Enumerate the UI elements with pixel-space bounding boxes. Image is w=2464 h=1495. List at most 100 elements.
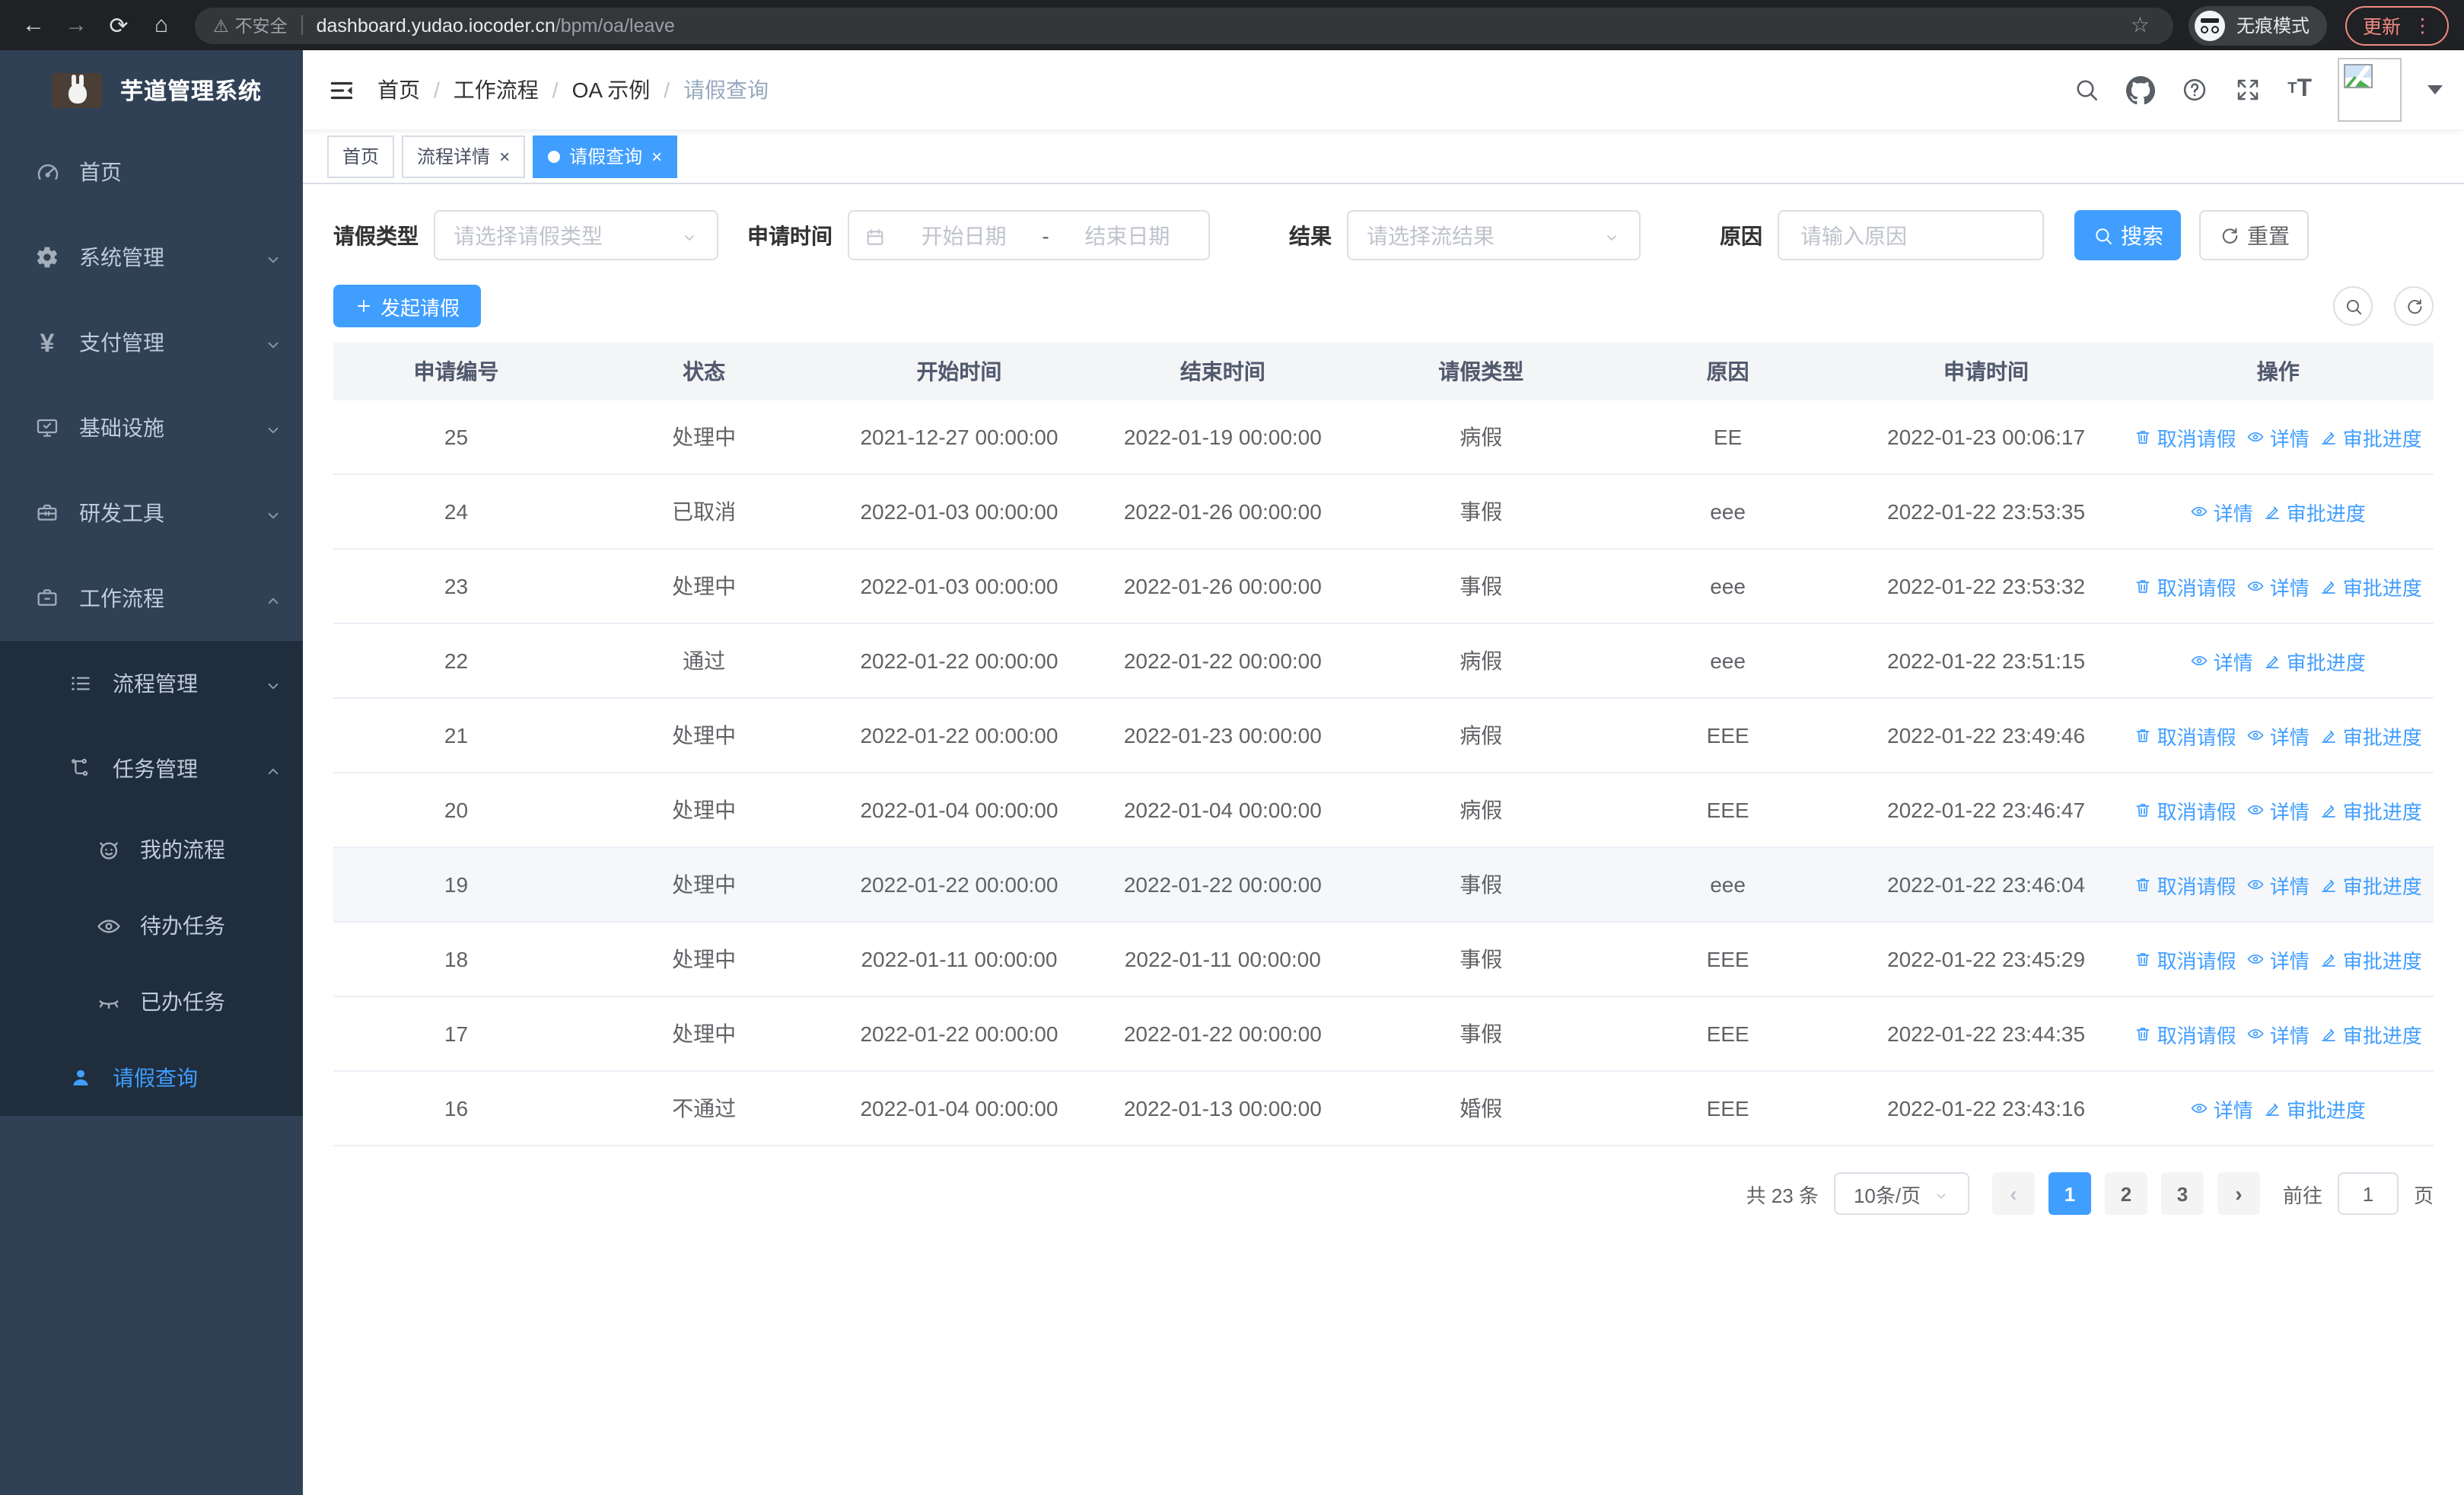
trash-icon — [2135, 428, 2153, 446]
eye-icon — [2191, 502, 2209, 521]
result-select[interactable]: 请选择流结果 — [1347, 210, 1641, 260]
chevron-down-icon — [263, 416, 283, 440]
sidebar-item-todo-task[interactable]: 待办任务 — [0, 888, 303, 964]
cancel-leave-link[interactable]: 取消请假 — [2135, 1019, 2236, 1048]
cancel-leave-link[interactable]: 取消请假 — [2135, 870, 2236, 899]
cancel-leave-link[interactable]: 取消请假 — [2135, 945, 2236, 974]
create-leave-button[interactable]: 发起请假 — [333, 285, 482, 327]
browser-reload-button[interactable]: ⟳ — [100, 7, 137, 43]
font-size-icon[interactable]: TT — [2287, 77, 2312, 102]
breadcrumb-item[interactable]: 工作流程 — [454, 75, 539, 105]
approval-progress-link[interactable]: 审批进度 — [2320, 795, 2422, 824]
browser-menu-icon[interactable]: ⋮ — [2413, 14, 2432, 37]
robot-face-icon — [94, 837, 122, 862]
sidebar-item-pay[interactable]: ¥ 支付管理 — [0, 300, 303, 385]
list-icon — [67, 671, 94, 696]
detail-link[interactable]: 详情 — [2247, 870, 2310, 899]
detail-link[interactable]: 详情 — [2247, 572, 2310, 601]
help-icon[interactable] — [2181, 76, 2208, 104]
approval-progress-link[interactable]: 审批进度 — [2320, 870, 2422, 899]
prev-page-button[interactable]: ‹ — [1991, 1172, 2035, 1215]
detail-link[interactable]: 详情 — [2247, 721, 2310, 750]
search-icon — [2092, 225, 2113, 246]
detail-link[interactable]: 详情 — [2191, 497, 2253, 526]
reason-input[interactable] — [1797, 222, 2024, 249]
goto-page-input[interactable] — [2337, 1172, 2399, 1215]
sidebar-item-my-process[interactable]: 我的流程 — [0, 811, 303, 888]
approval-progress-link[interactable]: 审批进度 — [2320, 945, 2422, 974]
approval-progress-link[interactable]: 审批进度 — [2264, 497, 2366, 526]
sidebar-item-leave-query[interactable]: 请假查询 — [0, 1040, 303, 1116]
not-secure-badge[interactable]: ⚠ 不安全 — [213, 13, 288, 37]
sidebar-item-home[interactable]: 首页 — [0, 129, 303, 215]
approval-progress-link[interactable]: 审批进度 — [2320, 572, 2422, 601]
close-icon[interactable]: × — [499, 147, 510, 165]
approval-progress-link[interactable]: 审批进度 — [2264, 1094, 2366, 1123]
chevron-down-icon — [263, 671, 283, 696]
tab-leave-query[interactable]: 请假查询 × — [533, 135, 678, 177]
cancel-leave-link[interactable]: 取消请假 — [2135, 572, 2236, 601]
browser-back-button[interactable]: ← — [15, 7, 52, 43]
detail-link[interactable]: 详情 — [2247, 422, 2310, 451]
cancel-leave-link[interactable]: 取消请假 — [2135, 795, 2236, 824]
next-page-button[interactable]: › — [2217, 1172, 2260, 1215]
sidebar-item-workflow[interactable]: 工作流程 — [0, 556, 303, 641]
refresh-table-button[interactable] — [2394, 286, 2434, 326]
breadcrumb-item[interactable]: 首页 — [377, 75, 420, 105]
refresh-icon — [2218, 225, 2240, 246]
sidebar-item-task-mgmt[interactable]: 任务管理 — [0, 726, 303, 811]
detail-link[interactable]: 详情 — [2247, 1019, 2310, 1048]
calendar-icon — [864, 223, 886, 248]
sidebar-item-dev[interactable]: 研发工具 — [0, 470, 303, 556]
browser-update-button[interactable]: 更新 ⋮ — [2345, 5, 2449, 45]
detail-link[interactable]: 详情 — [2247, 945, 2310, 974]
leave-type-select[interactable]: 请选择请假类型 — [434, 210, 718, 260]
approval-progress-link[interactable]: 审批进度 — [2264, 646, 2366, 675]
page-button-3[interactable]: 3 — [2160, 1172, 2204, 1215]
bookmark-star-icon[interactable]: ☆ — [2131, 12, 2150, 38]
tab-process-detail[interactable]: 流程详情 × — [402, 135, 526, 177]
avatar-caret-icon[interactable] — [2427, 85, 2443, 94]
approval-progress-link[interactable]: 审批进度 — [2320, 1019, 2422, 1048]
chevron-down-icon — [1933, 1182, 1950, 1205]
result-label: 结果 — [1289, 223, 1332, 247]
col-apply-time: 申请时间 — [1849, 343, 2123, 400]
toggle-search-button[interactable] — [2333, 286, 2373, 326]
detail-link[interactable]: 详情 — [2191, 1094, 2253, 1123]
browser-forward-button[interactable]: → — [58, 7, 94, 43]
approval-progress-link[interactable]: 审批进度 — [2320, 721, 2422, 750]
sidebar-item-done-task[interactable]: 已办任务 — [0, 964, 303, 1040]
detail-link[interactable]: 详情 — [2247, 795, 2310, 824]
incognito-icon — [2195, 10, 2226, 40]
reset-button[interactable]: 重置 — [2199, 210, 2309, 260]
eye-icon — [2247, 726, 2265, 744]
sidebar-item-system[interactable]: 系统管理 — [0, 215, 303, 300]
warning-icon: ⚠ — [213, 18, 229, 36]
fullscreen-icon[interactable] — [2234, 76, 2262, 104]
detail-link[interactable]: 详情 — [2191, 646, 2253, 675]
sidebar-item-infra[interactable]: 基础设施 — [0, 385, 303, 470]
sidebar-item-process-mgmt[interactable]: 流程管理 — [0, 641, 303, 726]
approval-progress-link[interactable]: 审批进度 — [2320, 422, 2422, 451]
avatar[interactable] — [2338, 58, 2402, 122]
browser-home-button[interactable]: ⌂ — [143, 7, 180, 43]
sidebar-collapse-button[interactable] — [303, 75, 377, 104]
breadcrumb-item[interactable]: OA 示例 — [572, 75, 651, 105]
cancel-leave-link[interactable]: 取消请假 — [2135, 422, 2236, 451]
cancel-leave-link[interactable]: 取消请假 — [2135, 721, 2236, 750]
address-bar[interactable]: ⚠ 不安全 dashboard.yudao.iocoder.cn/bpm/oa/l… — [195, 7, 2174, 43]
search-icon[interactable] — [2073, 76, 2100, 104]
search-button[interactable]: 搜索 — [2074, 210, 2181, 260]
col-reason: 原因 — [1606, 343, 1850, 400]
close-icon[interactable]: × — [651, 147, 662, 165]
github-icon[interactable] — [2126, 75, 2155, 104]
gear-icon — [33, 245, 61, 269]
tab-home[interactable]: 首页 — [327, 135, 395, 177]
page-button-1[interactable]: 1 — [2048, 1172, 2091, 1215]
page-button-2[interactable]: 2 — [2104, 1172, 2147, 1215]
table-row: 16 不通过 2022-01-04 00:00:00 2022-01-13 00:00… — [333, 1071, 2434, 1146]
page-size-select[interactable]: 10条/页 — [1833, 1172, 1969, 1215]
workflow-submenu: 流程管理 任务管理 我的流程 待办任务 已办任务 请假查询 — [0, 641, 303, 1116]
apply-time-range-picker[interactable]: 开始日期 - 结束日期 — [848, 210, 1210, 260]
edit-icon — [2264, 652, 2282, 670]
